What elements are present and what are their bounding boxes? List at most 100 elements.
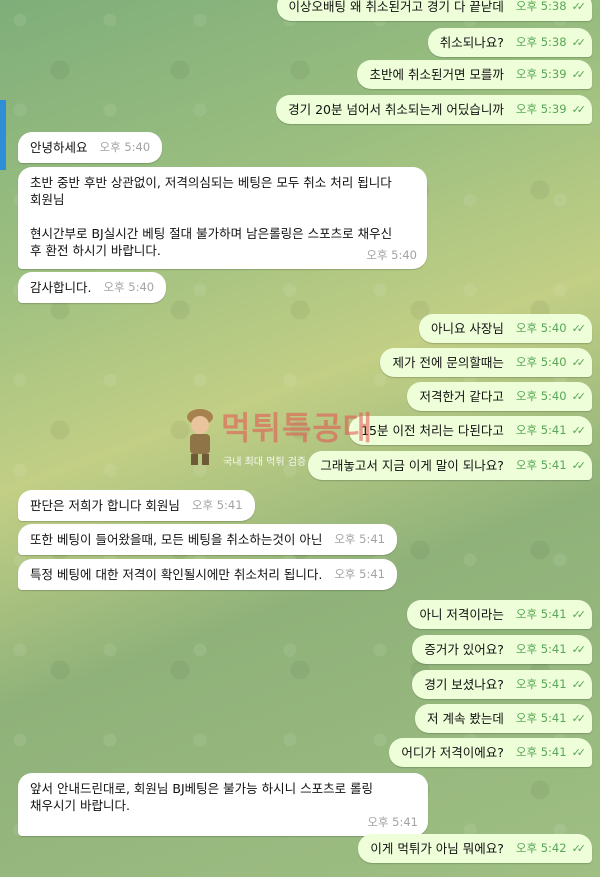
- message-incoming[interactable]: 특정 베팅에 대한 저격이 확인될시에만 취소처리 됩니다. 오후 5:41: [18, 559, 397, 590]
- message-meta: 오후 5:41 ✓✓: [515, 606, 587, 623]
- message-outgoing[interactable]: 증거가 있어요? 오후 5:41 ✓✓: [412, 635, 592, 664]
- message-text: 취소되나요?: [439, 35, 504, 50]
- read-checkmarks-icon: ✓✓: [571, 678, 587, 691]
- message-text: 증거가 있어요?: [424, 642, 504, 657]
- message-outgoing[interactable]: 어디가 저격이에요? 오후 5:41 ✓✓: [389, 738, 592, 767]
- message-line: [30, 208, 415, 225]
- message-time: 오후 5:38: [515, 35, 567, 49]
- message-line: 현시간부로 BJ실시간 베팅 절대 불가하며 남은롤링은 스포츠로 채우신: [30, 226, 393, 241]
- message-text: 판단은 저희가 합니다 회원님: [30, 498, 180, 513]
- message-time: 오후 5:38: [515, 0, 567, 13]
- message-time: 오후 5:40: [515, 389, 567, 403]
- read-checkmarks-icon: ✓✓: [571, 712, 587, 725]
- message-line: 채우시기 바랍니다.: [30, 798, 130, 813]
- message-outgoing[interactable]: 저 계속 봤는데 오후 5:41 ✓✓: [414, 704, 592, 733]
- side-accent-strip: [0, 100, 6, 170]
- message-meta: 오후 5:41 ✓✓: [515, 422, 587, 439]
- message-time: 오후 5:41: [515, 677, 567, 691]
- message-time: 오후 5:41: [515, 642, 567, 656]
- message-incoming[interactable]: 또한 베팅이 들어왔을때, 모든 베팅을 취소하는것이 아닌 오후 5:41: [18, 524, 397, 555]
- message-outgoing[interactable]: 이상오배팅 왜 취소된거고 경기 다 끝낟데 오후 5:38 ✓✓: [276, 0, 592, 21]
- message-meta: 오후 5:38 ✓✓: [515, 0, 587, 15]
- message-meta: 오후 5:40 ✓✓: [515, 354, 587, 371]
- message-outgoing[interactable]: 경기 20분 넘어서 취소되는게 어딨습니까 오후 5:39 ✓✓: [276, 95, 592, 124]
- read-checkmarks-icon: ✓✓: [571, 643, 587, 656]
- message-line: 후 환전 하시기 바랍니다.: [30, 243, 161, 258]
- message-text: 감사합니다.: [30, 280, 92, 295]
- read-checkmarks-icon: ✓✓: [571, 103, 587, 116]
- read-checkmarks-icon: ✓✓: [571, 0, 587, 13]
- message-outgoing[interactable]: 제가 전에 문의할때는 오후 5:40 ✓✓: [380, 348, 592, 377]
- message-incoming[interactable]: 안녕하세요 오후 5:40: [18, 132, 163, 163]
- message-outgoing[interactable]: 취소되나요? 오후 5:38 ✓✓: [427, 28, 592, 57]
- message-text: 저격한거 같다고: [419, 389, 504, 404]
- soldier-mascot-icon: [187, 409, 213, 465]
- message-time: 오후 5:40: [99, 140, 151, 154]
- message-time: 오후 5:41: [334, 532, 385, 546]
- message-outgoing[interactable]: 저격한거 같다고 오후 5:40 ✓✓: [407, 382, 592, 411]
- message-text: 이게 먹튀가 아님 뭐에요?: [370, 841, 504, 856]
- read-checkmarks-icon: ✓✓: [571, 68, 587, 81]
- message-time: 오후 5:41: [515, 745, 567, 759]
- message-meta: 오후 5:41 ✓✓: [515, 457, 587, 474]
- message-meta: 오후 5:42 ✓✓: [515, 840, 587, 857]
- message-meta: 오후 5:41 ✓✓: [515, 710, 587, 727]
- message-time: 오후 5:41: [515, 711, 567, 725]
- message-meta: 오후 5:39 ✓✓: [515, 101, 587, 118]
- message-time: 오후 5:41: [367, 815, 418, 829]
- read-checkmarks-icon: ✓✓: [571, 390, 587, 403]
- watermark-subtitle: 국내 최대 먹튀 검증: [223, 457, 307, 468]
- message-time: 오후 5:40: [515, 355, 567, 369]
- message-meta: 오후 5:41 ✓✓: [515, 676, 587, 693]
- message-text: 15분 이전 처리는 다된다고: [361, 423, 504, 438]
- message-text: 또한 베팅이 들어왔을때, 모든 베팅을 취소하는것이 아닌: [30, 532, 323, 547]
- message-text: 그래놓고서 지금 이게 말이 되나요?: [320, 458, 504, 473]
- message-time: 오후 5:40: [366, 248, 417, 262]
- message-text: 제가 전에 문의할때는: [392, 355, 504, 370]
- message-line: 앞서 안내드린대로, 회원님 BJ베팅은 불가능 하시니 스포츠로 롤링: [30, 781, 374, 796]
- message-meta: 오후 5:40 ✓✓: [515, 388, 587, 405]
- message-outgoing[interactable]: 이게 먹튀가 아님 뭐에요? 오후 5:42 ✓✓: [358, 834, 592, 863]
- message-time: 오후 5:41: [515, 423, 567, 437]
- message-time: 오후 5:41: [515, 458, 567, 472]
- message-time: 오후 5:41: [515, 607, 567, 621]
- message-outgoing[interactable]: 아니 저격이라는 오후 5:41 ✓✓: [407, 600, 592, 629]
- message-outgoing[interactable]: 그래놓고서 지금 이게 말이 되나요? 오후 5:41 ✓✓: [308, 451, 592, 480]
- message-line: 초반 중반 후반 상관없이, 저격의심되는 베팅은 모두 취소 처리 됩니다: [30, 175, 392, 190]
- message-text: 저 계속 봤는데: [426, 711, 504, 726]
- message-incoming[interactable]: 감사합니다. 오후 5:40: [18, 272, 167, 303]
- message-time: 오후 5:39: [515, 67, 567, 81]
- message-text: 아니요 사장님: [430, 321, 504, 336]
- read-checkmarks-icon: ✓✓: [571, 36, 587, 49]
- message-text: 이상오배팅 왜 취소된거고 경기 다 끝낟데: [288, 0, 504, 14]
- read-checkmarks-icon: ✓✓: [571, 842, 587, 855]
- message-text: 경기 20분 넘어서 취소되는게 어딨습니까: [288, 102, 504, 117]
- read-checkmarks-icon: ✓✓: [571, 424, 587, 437]
- message-incoming[interactable]: 판단은 저희가 합니다 회원님 오후 5:41: [18, 490, 255, 521]
- message-text: 특정 베팅에 대한 저격이 확인될시에만 취소처리 됩니다.: [30, 567, 323, 582]
- message-time: 오후 5:39: [515, 102, 567, 116]
- read-checkmarks-icon: ✓✓: [571, 608, 587, 621]
- message-outgoing[interactable]: 초반에 취소된거면 모를까 오후 5:39 ✓✓: [357, 60, 592, 89]
- message-line: 회원님: [30, 192, 65, 207]
- message-text: 아니 저격이라는: [419, 607, 504, 622]
- message-incoming[interactable]: 초반 중반 후반 상관없이, 저격의심되는 베팅은 모두 취소 처리 됩니다 회…: [18, 167, 427, 269]
- read-checkmarks-icon: ✓✓: [571, 746, 587, 759]
- message-outgoing[interactable]: 15분 이전 처리는 다된다고 오후 5:41 ✓✓: [349, 416, 592, 445]
- message-outgoing[interactable]: 경기 보셨나요? 오후 5:41 ✓✓: [412, 670, 592, 699]
- message-text: 초반에 취소된거면 모를까: [369, 67, 504, 82]
- read-checkmarks-icon: ✓✓: [571, 459, 587, 472]
- message-time: 오후 5:40: [515, 321, 567, 335]
- message-time: 오후 5:42: [515, 841, 567, 855]
- message-meta: 오후 5:41 ✓✓: [515, 744, 587, 761]
- message-outgoing[interactable]: 아니요 사장님 오후 5:40 ✓✓: [418, 314, 592, 343]
- message-meta: 오후 5:38 ✓✓: [515, 34, 587, 51]
- message-time: 오후 5:41: [334, 567, 385, 581]
- message-meta: 오후 5:40 ✓✓: [515, 320, 587, 337]
- message-meta: 오후 5:39 ✓✓: [515, 66, 587, 83]
- message-text: 어디가 저격이에요?: [401, 745, 504, 760]
- read-checkmarks-icon: ✓✓: [571, 322, 587, 335]
- read-checkmarks-icon: ✓✓: [571, 356, 587, 369]
- message-incoming[interactable]: 앞서 안내드린대로, 회원님 BJ베팅은 불가능 하시니 스포츠로 롤링 채우시…: [18, 773, 428, 836]
- message-text: 안녕하세요: [30, 140, 88, 155]
